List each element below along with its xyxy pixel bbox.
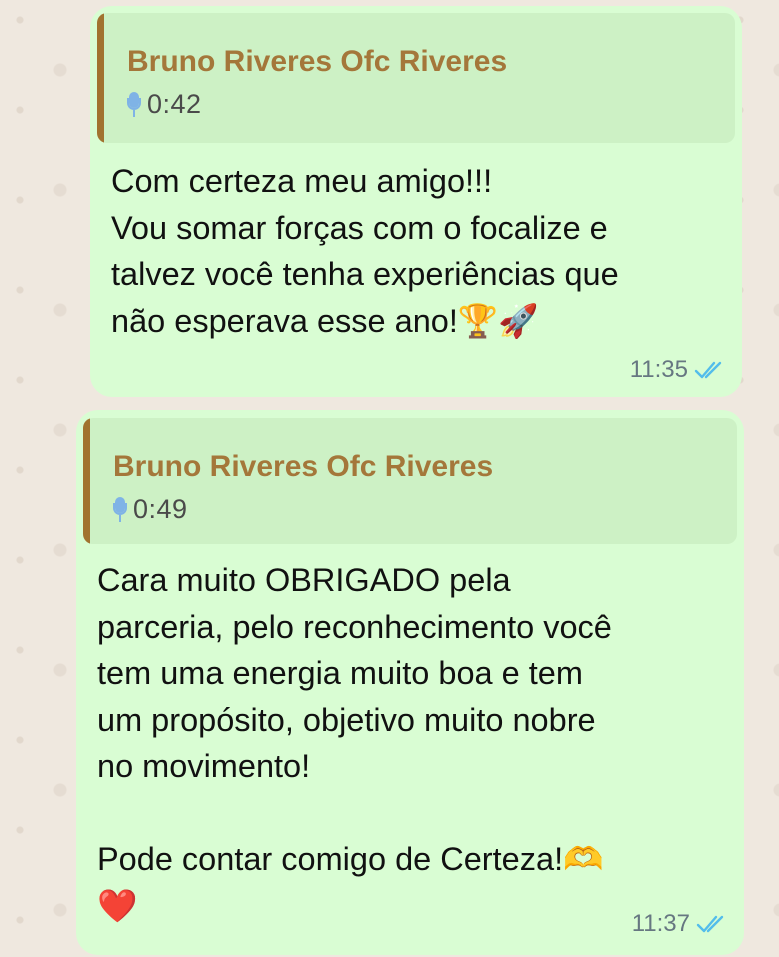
message-text: Com certeza meu amigo!!! Vou somar força… (111, 158, 619, 344)
mic-icon (113, 495, 127, 525)
message-line: Com certeza meu amigo!!! (111, 163, 493, 199)
message-time: 11:35 (629, 356, 688, 383)
message-line: Pode contar comigo de Certeza!🫶 (97, 841, 604, 877)
message-line: tem uma energia muito boa e tem (97, 655, 583, 691)
double-check-icon (694, 361, 722, 379)
message-line: Vou somar forças com o focalize e (111, 209, 608, 246)
message-line: parceria, pelo reconhecimento você (97, 608, 612, 645)
quoted-voice-message[interactable]: Bruno Riveres Ofc Riveres 0:49 (83, 418, 737, 544)
message-text: Cara muito OBRIGADO pela parceria, pelo … (97, 557, 612, 929)
message-meta: 11:35 (630, 356, 724, 384)
message-line (97, 790, 612, 837)
audio-duration: 0:49 (133, 494, 188, 524)
quoted-voice-message[interactable]: Bruno Riveres Ofc Riveres 0:42 (97, 13, 735, 143)
message-line: Cara muito OBRIGADO pela (97, 562, 511, 598)
message-line: não esperava esse ano!🏆🚀 (111, 302, 539, 339)
quoted-author-name: Bruno Riveres Ofc Riveres (113, 450, 494, 483)
mic-icon (127, 90, 141, 120)
message-time: 11:37 (631, 910, 690, 937)
audio-duration: 0:42 (147, 89, 202, 119)
message-line: talvez você tenha experiências que (111, 256, 619, 292)
double-check-icon (696, 915, 724, 933)
message-line: ❤️ (97, 887, 138, 924)
quoted-audio-info: 0:42 (127, 89, 202, 120)
message-line: no movimento! (97, 748, 311, 784)
message-meta: 11:37 (632, 910, 726, 938)
quoted-audio-info: 0:49 (113, 494, 188, 525)
quoted-author-name: Bruno Riveres Ofc Riveres (127, 45, 508, 78)
quote-accent-bar (97, 13, 104, 143)
quote-accent-bar (83, 418, 90, 544)
message-line: um propósito, objetivo muito nobre (97, 701, 596, 738)
